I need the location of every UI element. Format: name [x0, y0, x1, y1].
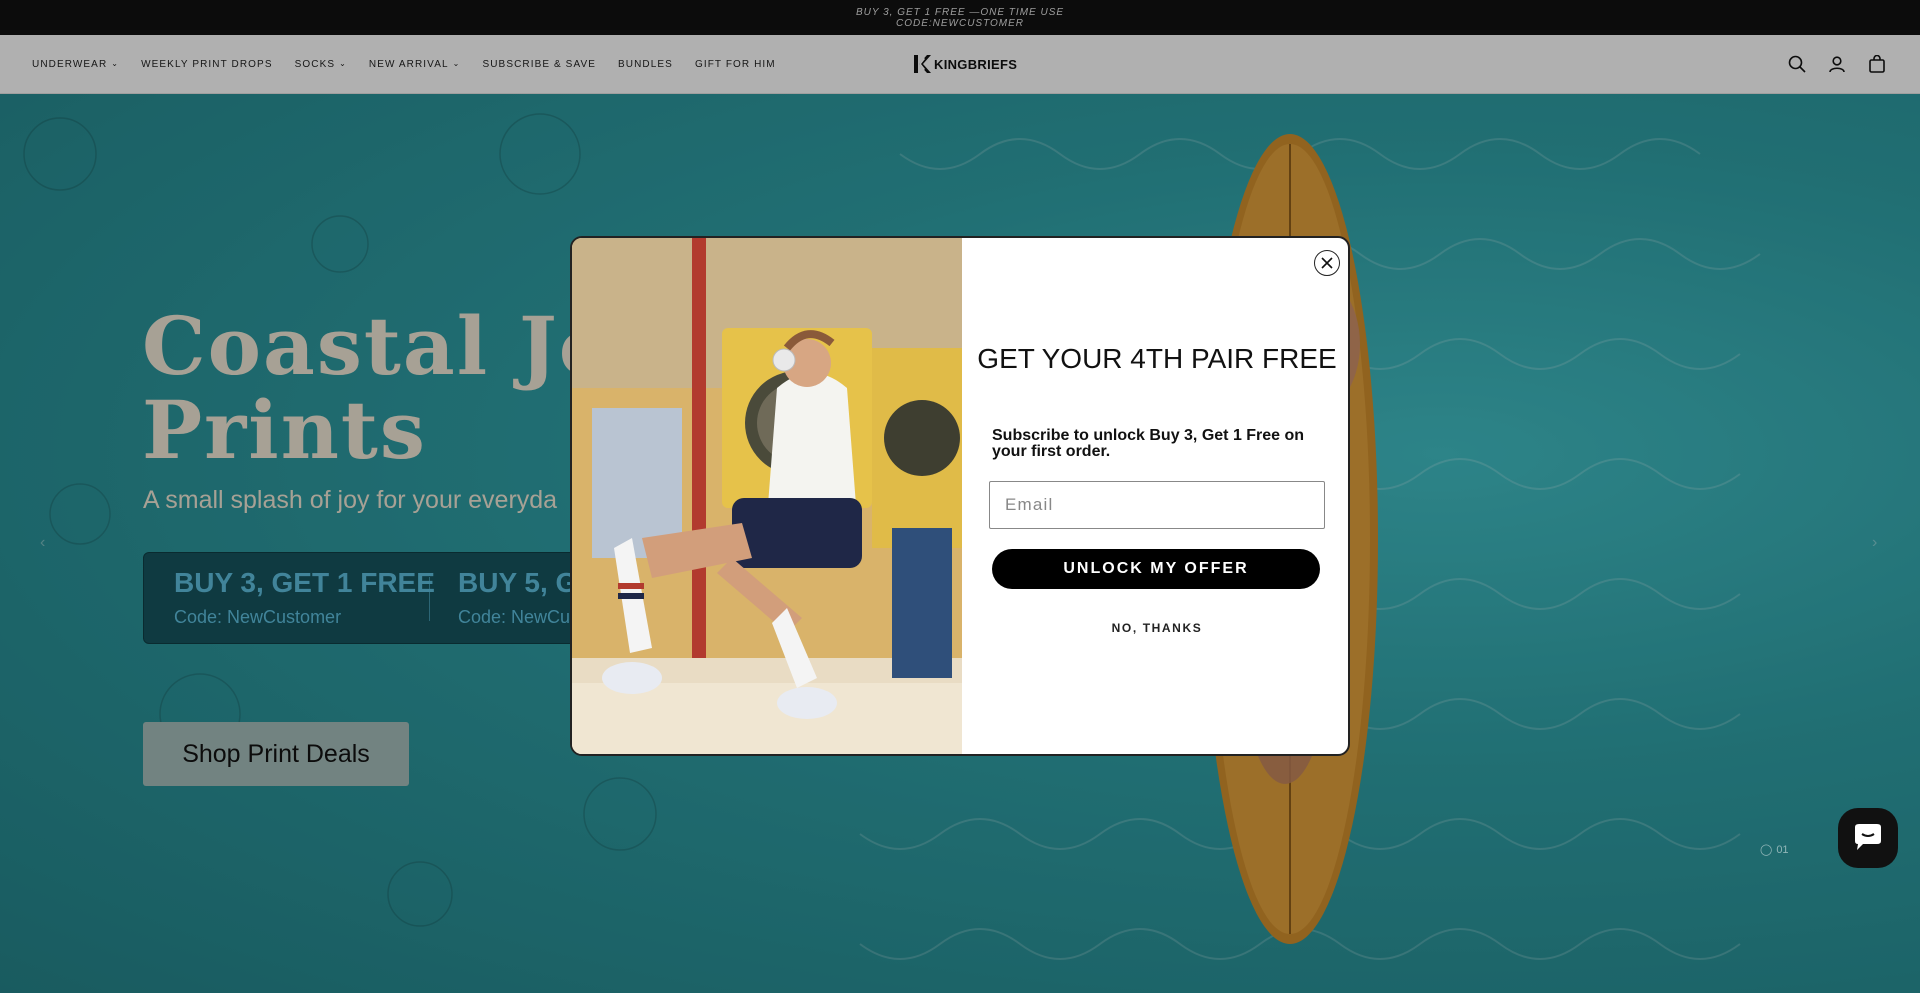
unlock-offer-button[interactable]: UNLOCK MY OFFER — [992, 549, 1320, 589]
signup-popup: GET YOUR 4TH PAIR FREE Subscribe to unlo… — [570, 236, 1350, 756]
slide-counter-text: 01 — [1776, 843, 1789, 856]
popup-photo — [572, 238, 962, 754]
chat-widget-button[interactable] — [1838, 808, 1898, 868]
close-popup-button[interactable] — [1314, 250, 1340, 276]
slide-counter: ◯ 01 — [1760, 843, 1789, 857]
email-input[interactable] — [989, 481, 1325, 529]
popup-subtext: Subscribe to unlock Buy 3, Get 1 Free on… — [992, 427, 1305, 460]
chat-bubble-icon — [1855, 824, 1881, 850]
pause-icon[interactable]: ◯ — [1760, 843, 1772, 856]
popup-heading: GET YOUR 4TH PAIR FREE — [977, 343, 1337, 374]
popup-form: GET YOUR 4TH PAIR FREE Subscribe to unlo… — [962, 238, 1348, 754]
no-thanks-link[interactable]: NO, THANKS — [962, 621, 1348, 635]
close-icon — [1321, 257, 1333, 269]
